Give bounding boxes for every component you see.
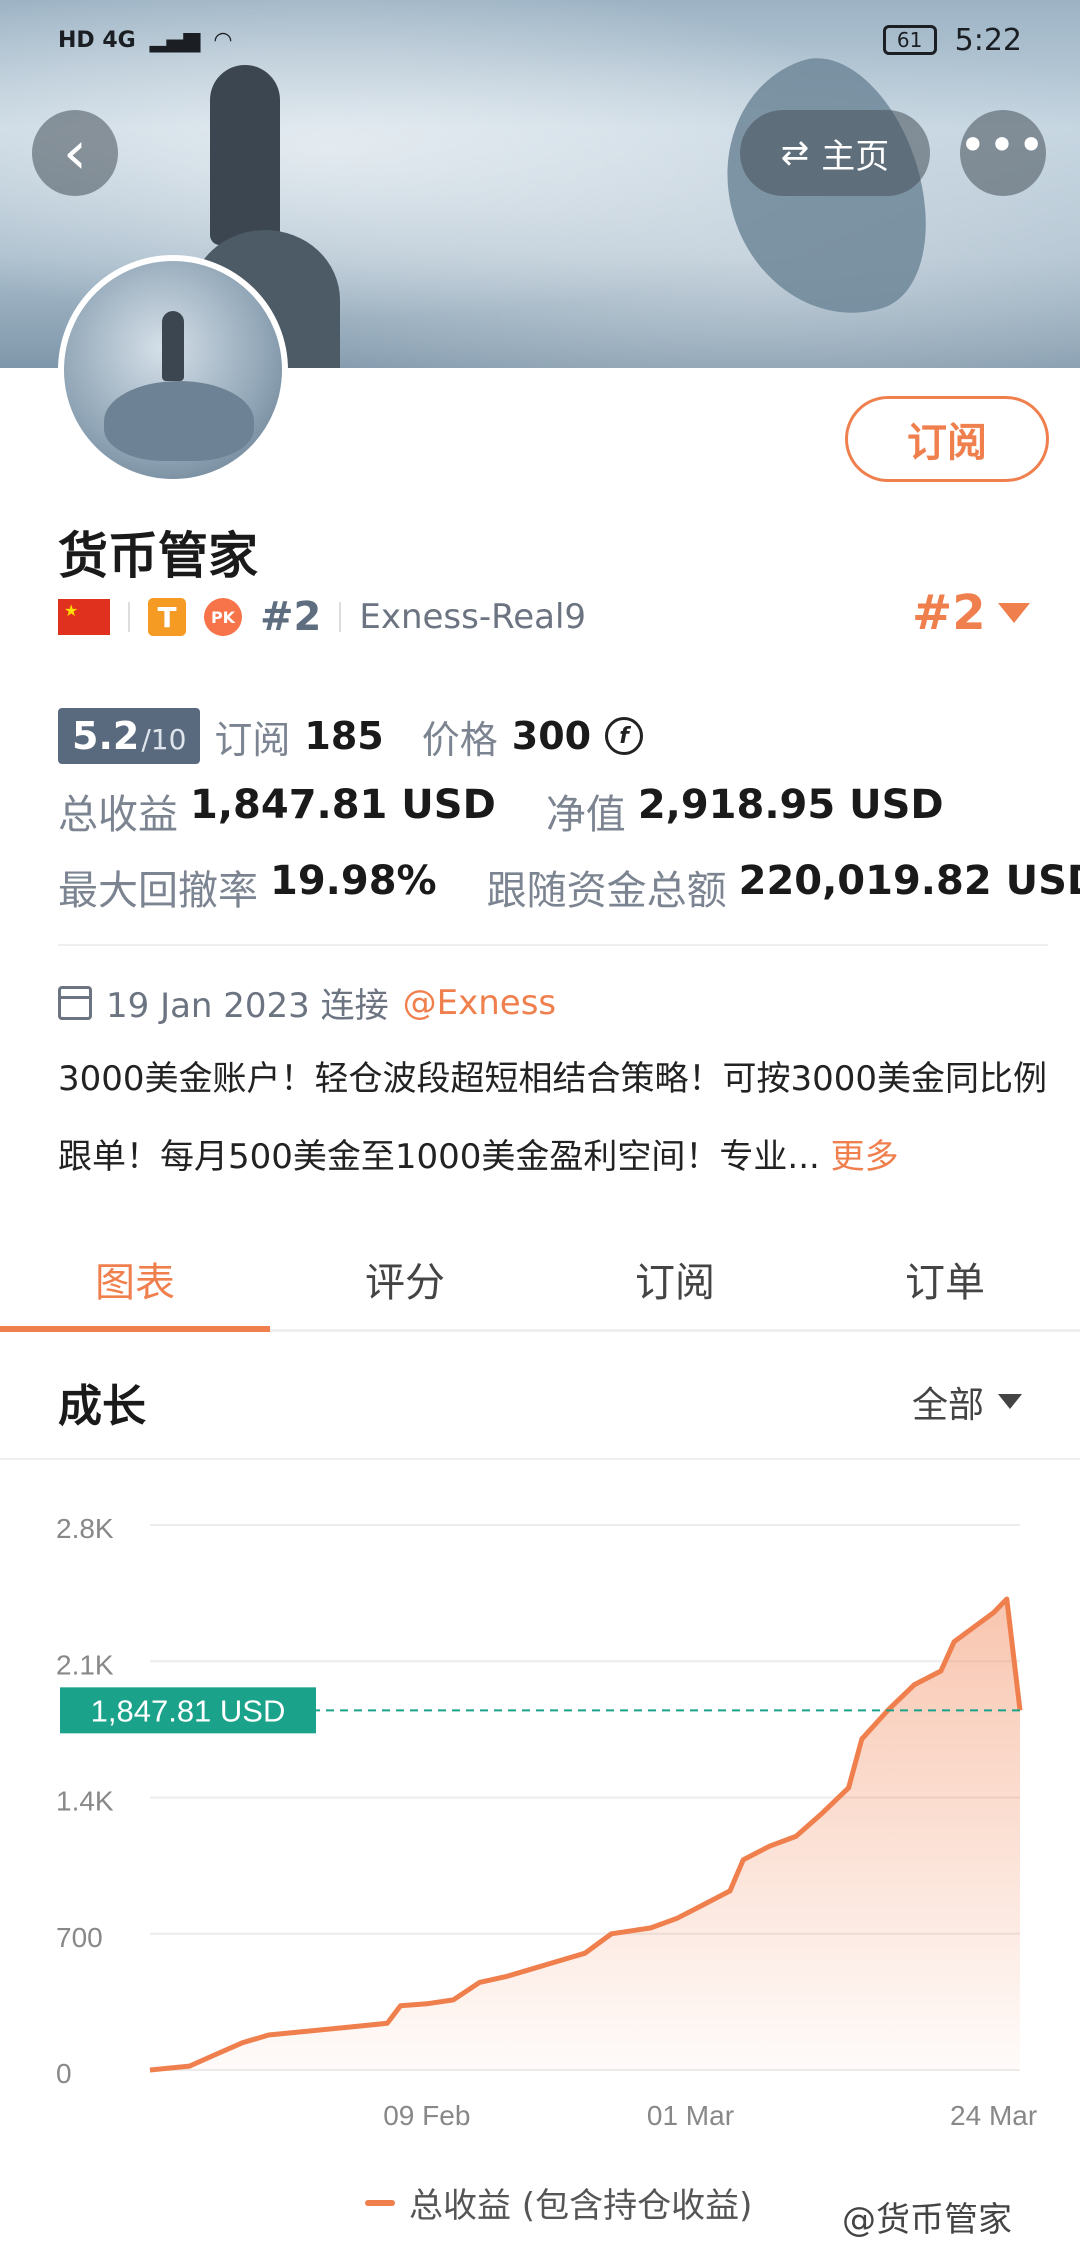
equity-label: 净值 (545, 792, 626, 838)
current-value-label: 1,847.81 USD (91, 1693, 286, 1728)
more-button[interactable]: ••• (959, 110, 1047, 196)
total-profit-label: 总收益 (58, 792, 178, 838)
back-button[interactable]: ‹ (32, 110, 118, 196)
profit-row: 总收益 1,847.81 USD 净值 2,918.95 USD (58, 782, 944, 840)
since-date: 19 Jan 2023 连接 (106, 986, 389, 1026)
wifi-icon: ◠ (214, 27, 232, 53)
home-button[interactable]: ⇄ 主页 (740, 110, 930, 196)
description-text: 3000美金账户！轻仓波段超短相结合策略！可按3000美金同比例跟单！每月500… (58, 1059, 1048, 1177)
max-drawdown-label: 最大回撤率 (58, 868, 258, 914)
avatar[interactable] (58, 255, 288, 485)
y-tick-label: 1.4K (56, 1786, 114, 1817)
rank-dropdown[interactable]: #2 (912, 585, 1030, 641)
tab-rating[interactable]: 评分 (270, 1228, 540, 1329)
legend-swatch (365, 2199, 395, 2206)
follow-funds-label: 跟随资金总额 (486, 868, 727, 914)
avatar-figure (162, 311, 184, 381)
growth-section-header: 成长 全部 (0, 1345, 1080, 1460)
signal-icon: ▂▄▆ (149, 27, 201, 53)
status-bar: HD 4G ▂▄▆ ◠ 61 5:22 (0, 0, 1080, 80)
trader-tags: T PK #2 Exness-Real9 (58, 592, 586, 642)
battery-icon: 61 (882, 25, 937, 55)
x-tick-label: 24 Mar (950, 2100, 1037, 2131)
tab-bar: 图表 评分 订阅 订单 (0, 1228, 1080, 1332)
trader-name: 货币管家 (58, 527, 258, 585)
legend-label: 总收益 (包含持仓收益) (409, 2186, 753, 2226)
total-profit-value: 1,847.81 USD (190, 782, 496, 828)
t-badge: T (148, 598, 186, 636)
price-label: 价格 (421, 717, 498, 762)
coin-icon: f (605, 717, 644, 755)
growth-chart: 1,847.81 USD 0 700 1.4K 2.1K 2.8K 09 Feb 01 Ma… (56, 1513, 1037, 2131)
section-title: 成长 (58, 1380, 146, 1432)
tab-chart[interactable]: 图表 (0, 1228, 270, 1332)
strategy-description: 3000美金账户！轻仓波段超短相结合策略！可按3000美金同比例跟单！每月500… (58, 1040, 1048, 1196)
battery-level: 61 (896, 28, 923, 52)
price-value: 300 (511, 714, 592, 758)
home-button-label: 主页 (821, 136, 890, 177)
rank-dropdown-value: #2 (912, 585, 986, 641)
clock: 5:22 (954, 22, 1022, 58)
swap-icon: ⇄ (780, 133, 810, 173)
score-badge: 5.2 /10 (58, 708, 201, 764)
divider (58, 944, 1048, 946)
network-indicator: HD 4G (58, 27, 136, 53)
x-tick-label: 09 Feb (383, 2100, 470, 2131)
score-max: /10 (141, 723, 187, 756)
more-dots-icon: ••• (959, 118, 1047, 172)
series-area (150, 1599, 1020, 2070)
chevron-left-icon: ‹ (63, 118, 87, 188)
subscriptions-label: 订阅 (214, 717, 291, 762)
china-flag-icon (58, 599, 110, 635)
y-tick-label: 2.1K (56, 1649, 114, 1680)
y-tick-label: 2.8K (56, 1513, 114, 1544)
tab-subscriptions[interactable]: 订阅 (540, 1228, 810, 1329)
equity-value: 2,918.95 USD (637, 782, 944, 828)
y-tick-label: 0 (56, 2058, 72, 2089)
connection-info: 19 Jan 2023 连接 @Exness (58, 978, 556, 1027)
caret-down-icon (997, 603, 1030, 623)
avatar-hand (104, 381, 254, 461)
banner-figure (210, 65, 280, 245)
subscriptions-value: 185 (304, 714, 384, 758)
pk-fire-icon: PK (204, 598, 242, 636)
divider (128, 602, 130, 632)
range-dropdown[interactable]: 全部 (912, 1376, 1022, 1428)
broker-account: Exness-Real9 (359, 597, 587, 637)
subscribe-button[interactable]: 订阅 (845, 396, 1049, 482)
drawdown-row: 最大回撤率 19.98% 跟随资金总额 220,019.82 USD (58, 858, 1080, 916)
more-link[interactable]: 更多 (831, 1137, 899, 1177)
broker-link[interactable]: @Exness (403, 983, 557, 1023)
range-dropdown-value: 全部 (911, 1384, 984, 1426)
tab-orders[interactable]: 订单 (810, 1228, 1080, 1329)
chart-legend: 总收益 (包含持仓收益) (365, 2178, 752, 2227)
score-row: 5.2 /10 订阅 185 价格 300 f (58, 708, 644, 764)
divider (339, 602, 342, 632)
x-tick-label: 01 Mar (647, 2100, 734, 2131)
rank-label: #2 (260, 594, 322, 640)
y-tick-label: 700 (56, 1922, 103, 1953)
caret-down-icon (998, 1394, 1022, 1409)
calendar-icon (58, 985, 92, 1020)
max-drawdown-value: 19.98% (270, 858, 437, 904)
follow-funds-value: 220,019.82 USD (738, 858, 1080, 904)
watermark: @货币管家 (842, 2200, 1012, 2240)
score-value: 5.2 (72, 714, 140, 758)
